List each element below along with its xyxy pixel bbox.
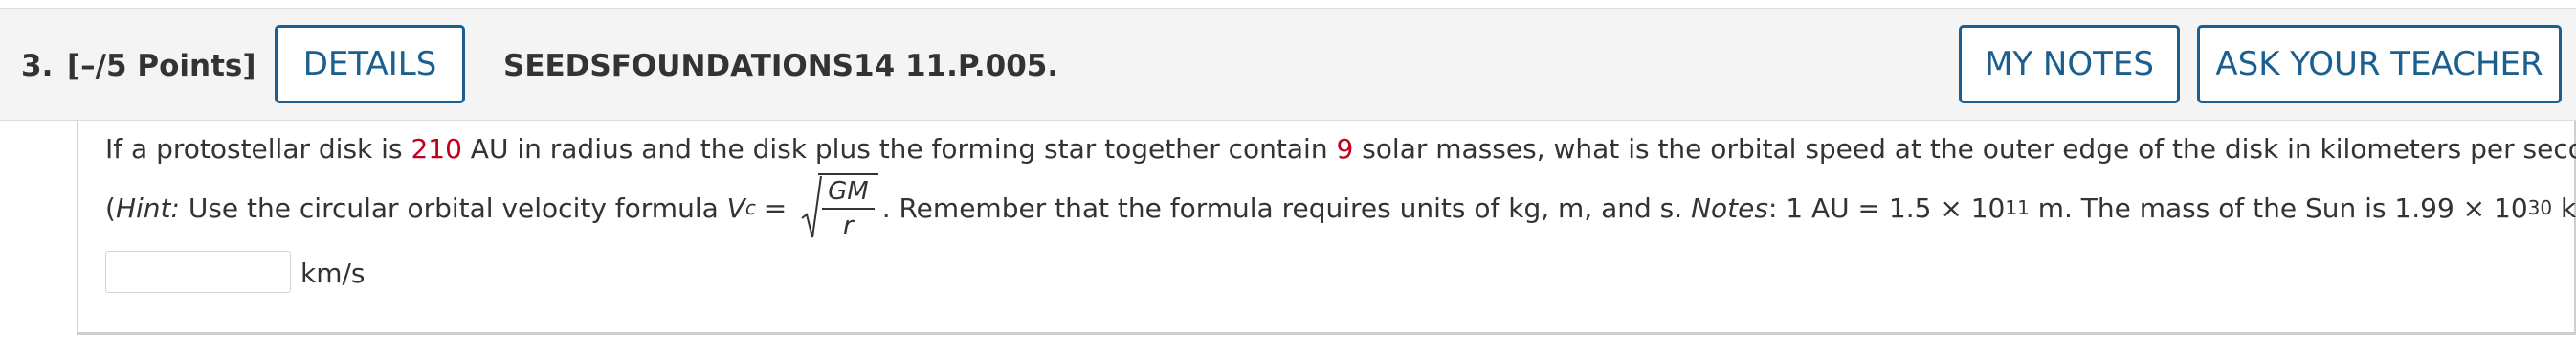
hint-after-formula: . Remember that the formula requires uni… — [881, 191, 1692, 224]
question-text: If a protostellar disk is 210 AU in radi… — [105, 133, 2576, 165]
question-text-part: solar masses, what is the orbital speed … — [1353, 133, 2576, 165]
question-points: [–/5 Points] — [67, 49, 256, 83]
answer-input[interactable] — [105, 251, 291, 293]
radius-value: 210 — [411, 133, 462, 165]
velocity-subscript: c — [744, 196, 756, 219]
notes-label: Notes — [1691, 191, 1768, 224]
fraction-numerator: GM — [822, 175, 875, 210]
question-header: 3. [–/5 Points] DETAILS SEEDSFOUNDATIONS… — [0, 8, 2576, 121]
hint-text: (Hint: Use the circular orbital velocity… — [105, 173, 2576, 242]
exponent-sun: 30 — [2527, 196, 2553, 219]
hint-body: Use the circular orbital velocity formul… — [179, 191, 727, 224]
notes-text: kg.) — [2561, 191, 2576, 224]
equals-sign: = — [755, 191, 796, 224]
hint-open: ( — [105, 191, 116, 224]
notes-text: m. The mass of the Sun is 1.99 × 10 — [2029, 191, 2528, 224]
hint-label: Hint: — [115, 191, 180, 224]
my-notes-button[interactable]: MY NOTES — [1959, 25, 2180, 103]
answer-unit: km/s — [300, 258, 366, 289]
fraction-denominator: r — [843, 212, 854, 240]
question-text-part: AU in radius and the disk plus the formi… — [461, 133, 1337, 165]
notes-text: : 1 AU = 1.5 × 10 — [1767, 191, 2006, 224]
sqrt-formula: GM r — [801, 173, 878, 242]
mass-value: 9 — [1336, 133, 1354, 165]
exponent-au: 11 — [2005, 196, 2030, 219]
details-button[interactable]: DETAILS — [275, 25, 465, 103]
formula-fraction: GM r — [818, 173, 878, 242]
ask-teacher-button[interactable]: ASK YOUR TEACHER — [2197, 25, 2562, 103]
question-number: 3. — [21, 49, 54, 83]
question-id: SEEDSFOUNDATIONS14 11.P.005. — [503, 49, 1059, 83]
velocity-symbol: V — [726, 191, 745, 224]
question-text-part: If a protostellar disk is — [105, 133, 411, 165]
